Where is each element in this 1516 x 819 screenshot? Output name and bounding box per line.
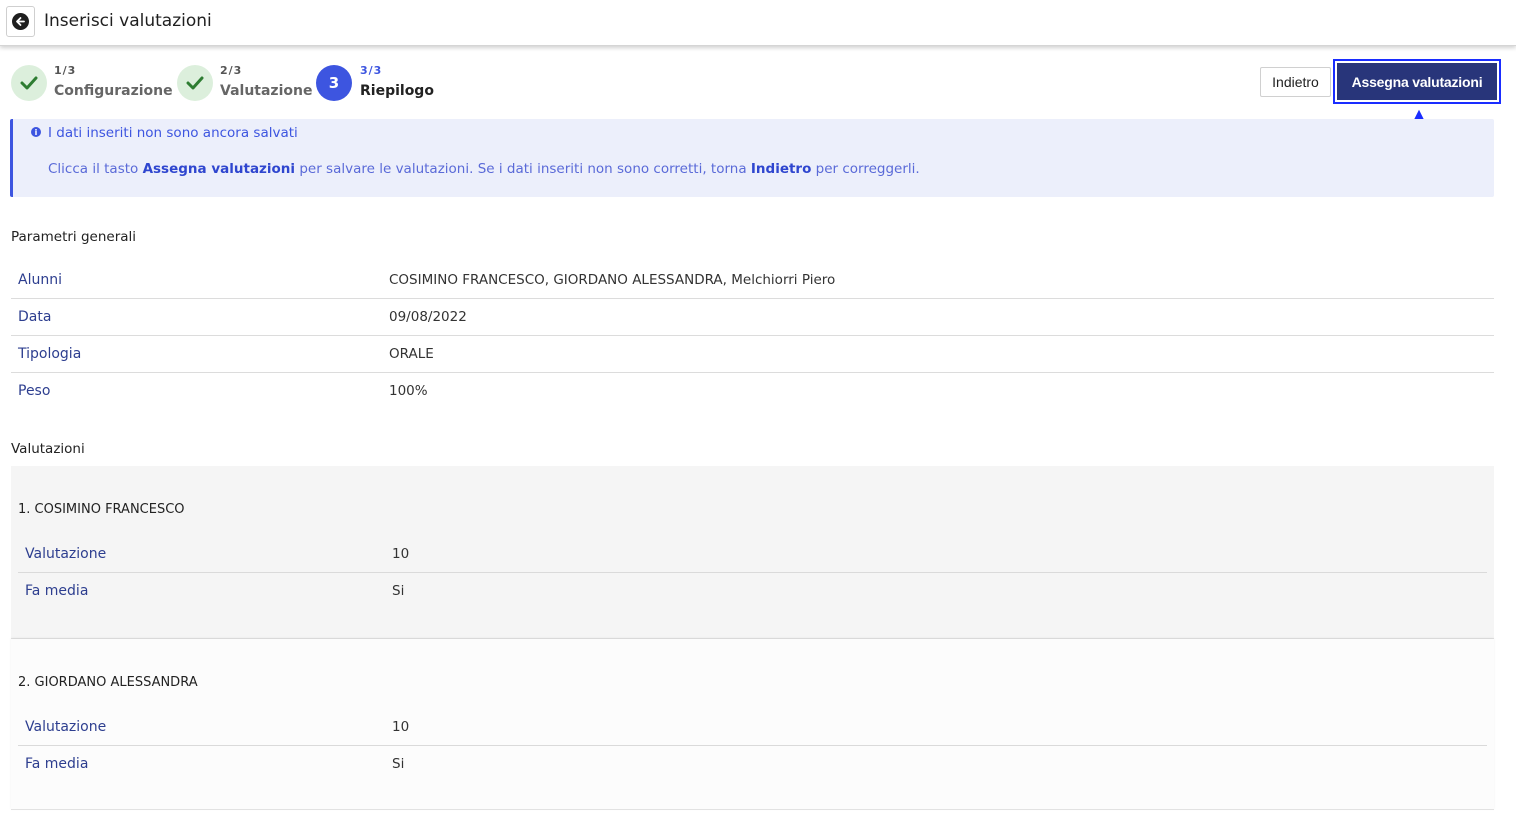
step-label: Configurazione [54, 83, 173, 99]
step-configurazione[interactable]: 1/3 Configurazione [11, 64, 176, 104]
grade-value: 10 [392, 719, 410, 735]
info-banner: i I dati inseriti non sono ancora salvat… [10, 119, 1494, 197]
step-valutazione[interactable]: 2/3 Valutazione [177, 64, 312, 104]
check-icon [177, 65, 213, 101]
param-row: Peso 100% [11, 373, 1494, 410]
grade-row: Valutazione 10 [18, 709, 1487, 746]
grade-row: Fa media Si [18, 573, 1487, 610]
grade-key: Valutazione [25, 546, 107, 562]
grade-key: Fa media [25, 756, 89, 772]
step-number: 3/3 [360, 64, 383, 77]
assegna-valutazioni-button[interactable]: Assegna valutazioni [1337, 63, 1497, 100]
grade-key: Fa media [25, 583, 89, 599]
param-value: ORALE [389, 346, 434, 362]
param-key: Data [18, 309, 52, 325]
step-number: 1/3 [54, 64, 77, 77]
param-row: Tipologia ORALE [11, 336, 1494, 373]
student-card: 1. COSIMINO FRANCESCO Valutazione 10 Fa … [11, 466, 1494, 639]
grade-value: Si [392, 756, 405, 772]
step-badge: 3 [316, 65, 352, 101]
info-text: Clicca il tasto Assegna valutazioni per … [48, 161, 920, 177]
grade-value: 10 [392, 546, 410, 562]
section-title-valutazioni: Valutazioni [11, 441, 85, 457]
indietro-button[interactable]: Indietro [1260, 67, 1331, 97]
param-value: COSIMINO FRANCESCO, GIORDANO ALESSANDRA,… [389, 272, 836, 288]
param-key: Alunni [18, 272, 62, 288]
student-name: 2. GIORDANO ALESSANDRA [18, 675, 198, 690]
step-riepilogo[interactable]: 3 3/3 Riepilogo [316, 64, 436, 104]
param-key: Peso [18, 383, 51, 399]
arrow-left-circle-icon [12, 13, 29, 30]
info-icon: i [31, 127, 41, 137]
step-label: Valutazione [220, 83, 313, 99]
assegna-valutazioni-highlight: Assegna valutazioni [1333, 59, 1501, 104]
grade-row: Valutazione 10 [18, 536, 1487, 573]
top-bar: Inserisci valutazioni [0, 0, 1516, 46]
check-icon [11, 65, 47, 101]
grade-key: Valutazione [25, 719, 107, 735]
param-row: Alunni COSIMINO FRANCESCO, GIORDANO ALES… [11, 262, 1494, 299]
grade-row: Fa media Si [18, 746, 1487, 783]
param-row: Data 09/08/2022 [11, 299, 1494, 336]
page-title: Inserisci valutazioni [44, 11, 212, 31]
student-name: 1. COSIMINO FRANCESCO [18, 502, 185, 517]
student-card: 2. GIORDANO ALESSANDRA Valutazione 10 Fa… [11, 639, 1494, 810]
back-button[interactable] [6, 6, 35, 37]
param-key: Tipologia [18, 346, 82, 362]
step-label: Riepilogo [360, 83, 434, 99]
section-title-parametri: Parametri generali [11, 229, 137, 245]
param-value: 100% [389, 383, 428, 399]
info-title: I dati inseriti non sono ancora salvati [48, 125, 298, 141]
step-number: 2/3 [220, 64, 243, 77]
param-value: 09/08/2022 [389, 309, 467, 325]
grade-value: Si [392, 583, 405, 599]
